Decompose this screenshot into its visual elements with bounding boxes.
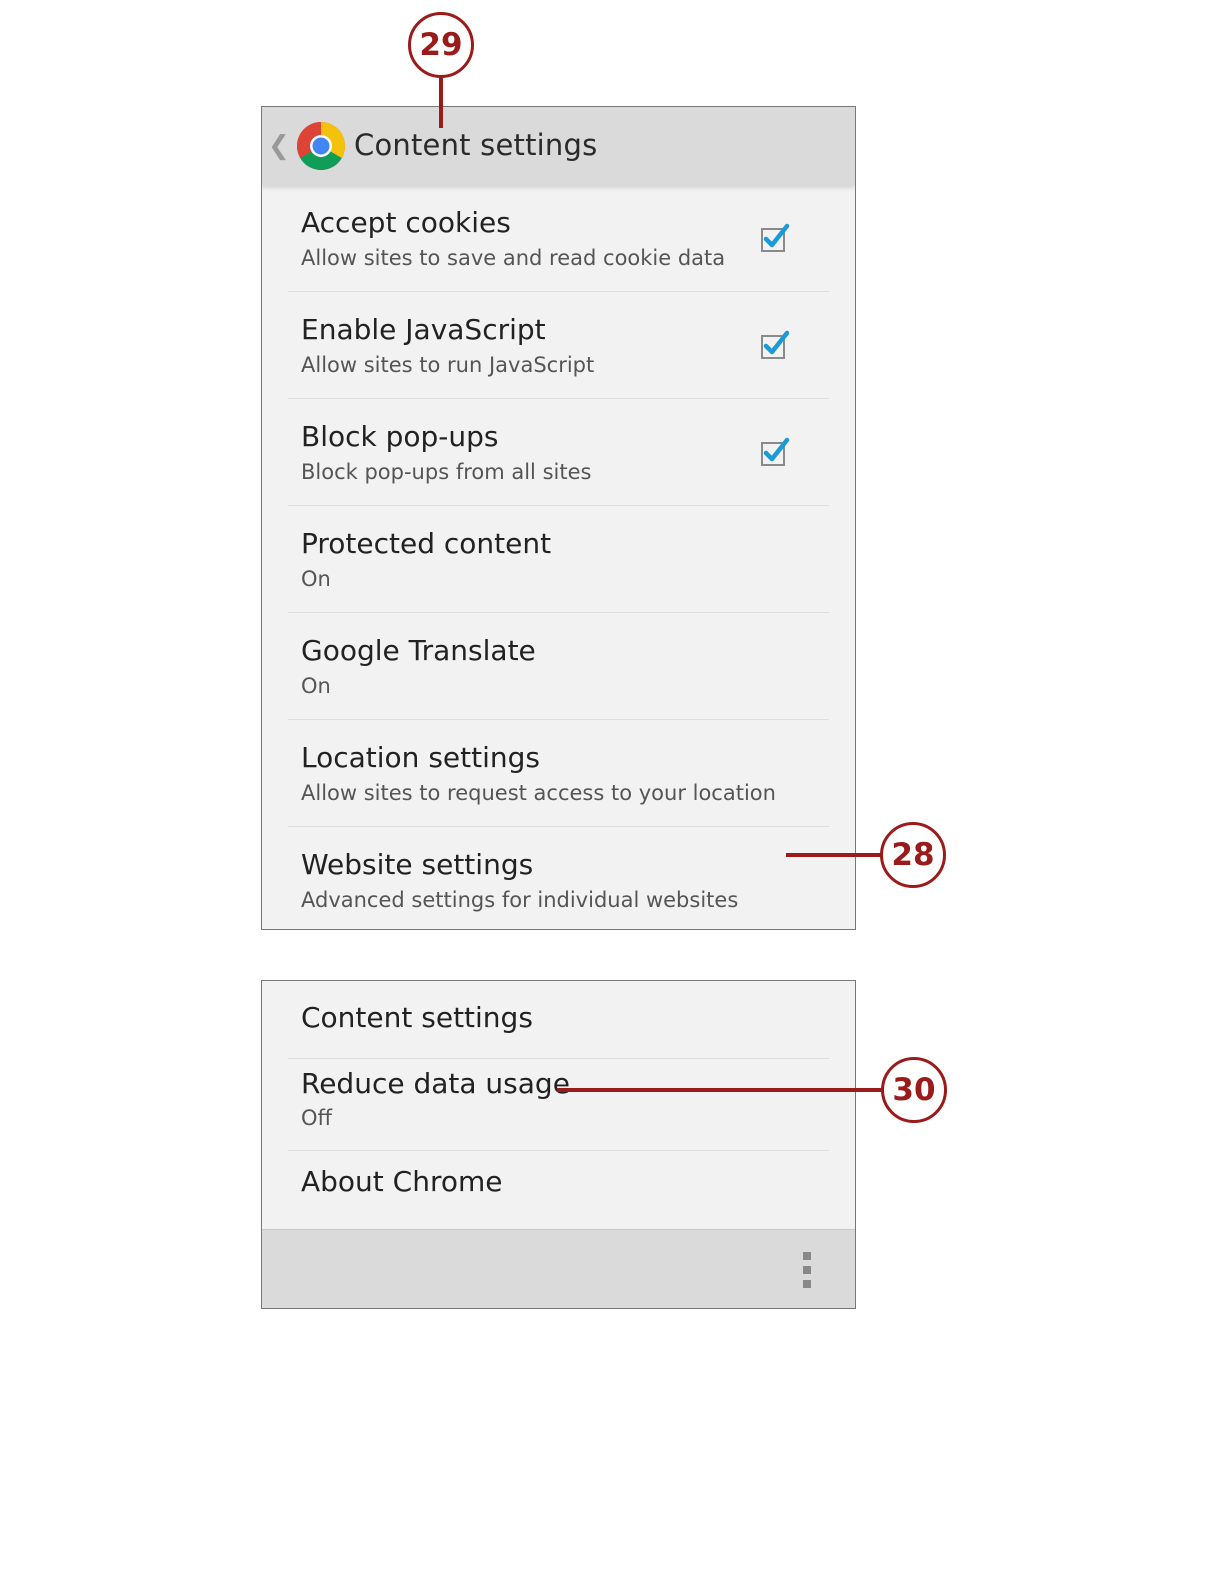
settings-screen: Content settings Reduce data usage Off A…	[261, 980, 856, 1309]
setting-summary: Allow sites to run JavaScript	[301, 353, 595, 377]
setting-summary: Allow sites to save and read cookie data	[301, 246, 726, 270]
chrome-logo-icon[interactable]	[296, 121, 346, 171]
setting-title: Content settings	[301, 1001, 533, 1034]
setting-summary: Block pop-ups from all sites	[301, 460, 592, 484]
setting-title: Location settings	[301, 741, 540, 774]
setting-title: Website settings	[301, 848, 534, 881]
callout-29: 29	[408, 12, 474, 78]
callout-28: 28	[880, 822, 946, 888]
checkbox-checked-icon[interactable]	[760, 223, 790, 253]
setting-about-chrome[interactable]: About Chrome	[262, 1151, 855, 1229]
setting-enable-javascript[interactable]: Enable JavaScript Allow sites to run Jav…	[262, 292, 855, 399]
setting-title: Google Translate	[301, 634, 536, 667]
overflow-menu-icon[interactable]	[801, 1252, 813, 1288]
bottom-action-bar	[262, 1229, 855, 1308]
callout-30: 30	[881, 1057, 947, 1123]
setting-google-translate[interactable]: Google Translate On	[262, 613, 855, 720]
setting-location-settings[interactable]: Location settings Allow sites to request…	[262, 720, 855, 827]
callout-28-leader	[786, 853, 882, 857]
setting-content-settings[interactable]: Content settings	[262, 981, 855, 1059]
setting-summary: On	[301, 567, 331, 591]
setting-title: Protected content	[301, 527, 552, 560]
setting-summary: Off	[301, 1106, 332, 1130]
setting-summary: Allow sites to request access to your lo…	[301, 781, 776, 805]
setting-title: About Chrome	[301, 1165, 503, 1198]
setting-protected-content[interactable]: Protected content On	[262, 506, 855, 613]
chevron-left-icon[interactable]: ❮	[268, 131, 290, 161]
content-settings-screen: ❮ Content settings Accept cookies Allow …	[261, 106, 856, 930]
checkbox-checked-icon[interactable]	[760, 330, 790, 360]
setting-title: Accept cookies	[301, 206, 511, 239]
setting-website-settings[interactable]: Website settings Advanced settings for i…	[262, 827, 855, 929]
checkbox-checked-icon[interactable]	[760, 437, 790, 467]
action-bar: ❮ Content settings	[262, 107, 855, 185]
callout-29-leader	[439, 78, 443, 128]
setting-block-popups[interactable]: Block pop-ups Block pop-ups from all sit…	[262, 399, 855, 506]
setting-title: Enable JavaScript	[301, 313, 546, 346]
setting-title: Block pop-ups	[301, 420, 499, 453]
setting-summary: On	[301, 674, 331, 698]
settings-list: Accept cookies Allow sites to save and r…	[262, 185, 855, 929]
page-title: Content settings	[354, 128, 598, 162]
setting-summary: Advanced settings for individual website…	[301, 888, 739, 912]
setting-accept-cookies[interactable]: Accept cookies Allow sites to save and r…	[262, 185, 855, 292]
setting-reduce-data-usage[interactable]: Reduce data usage Off	[262, 1059, 855, 1151]
callout-30-leader	[557, 1088, 883, 1092]
setting-title: Reduce data usage	[301, 1067, 570, 1100]
